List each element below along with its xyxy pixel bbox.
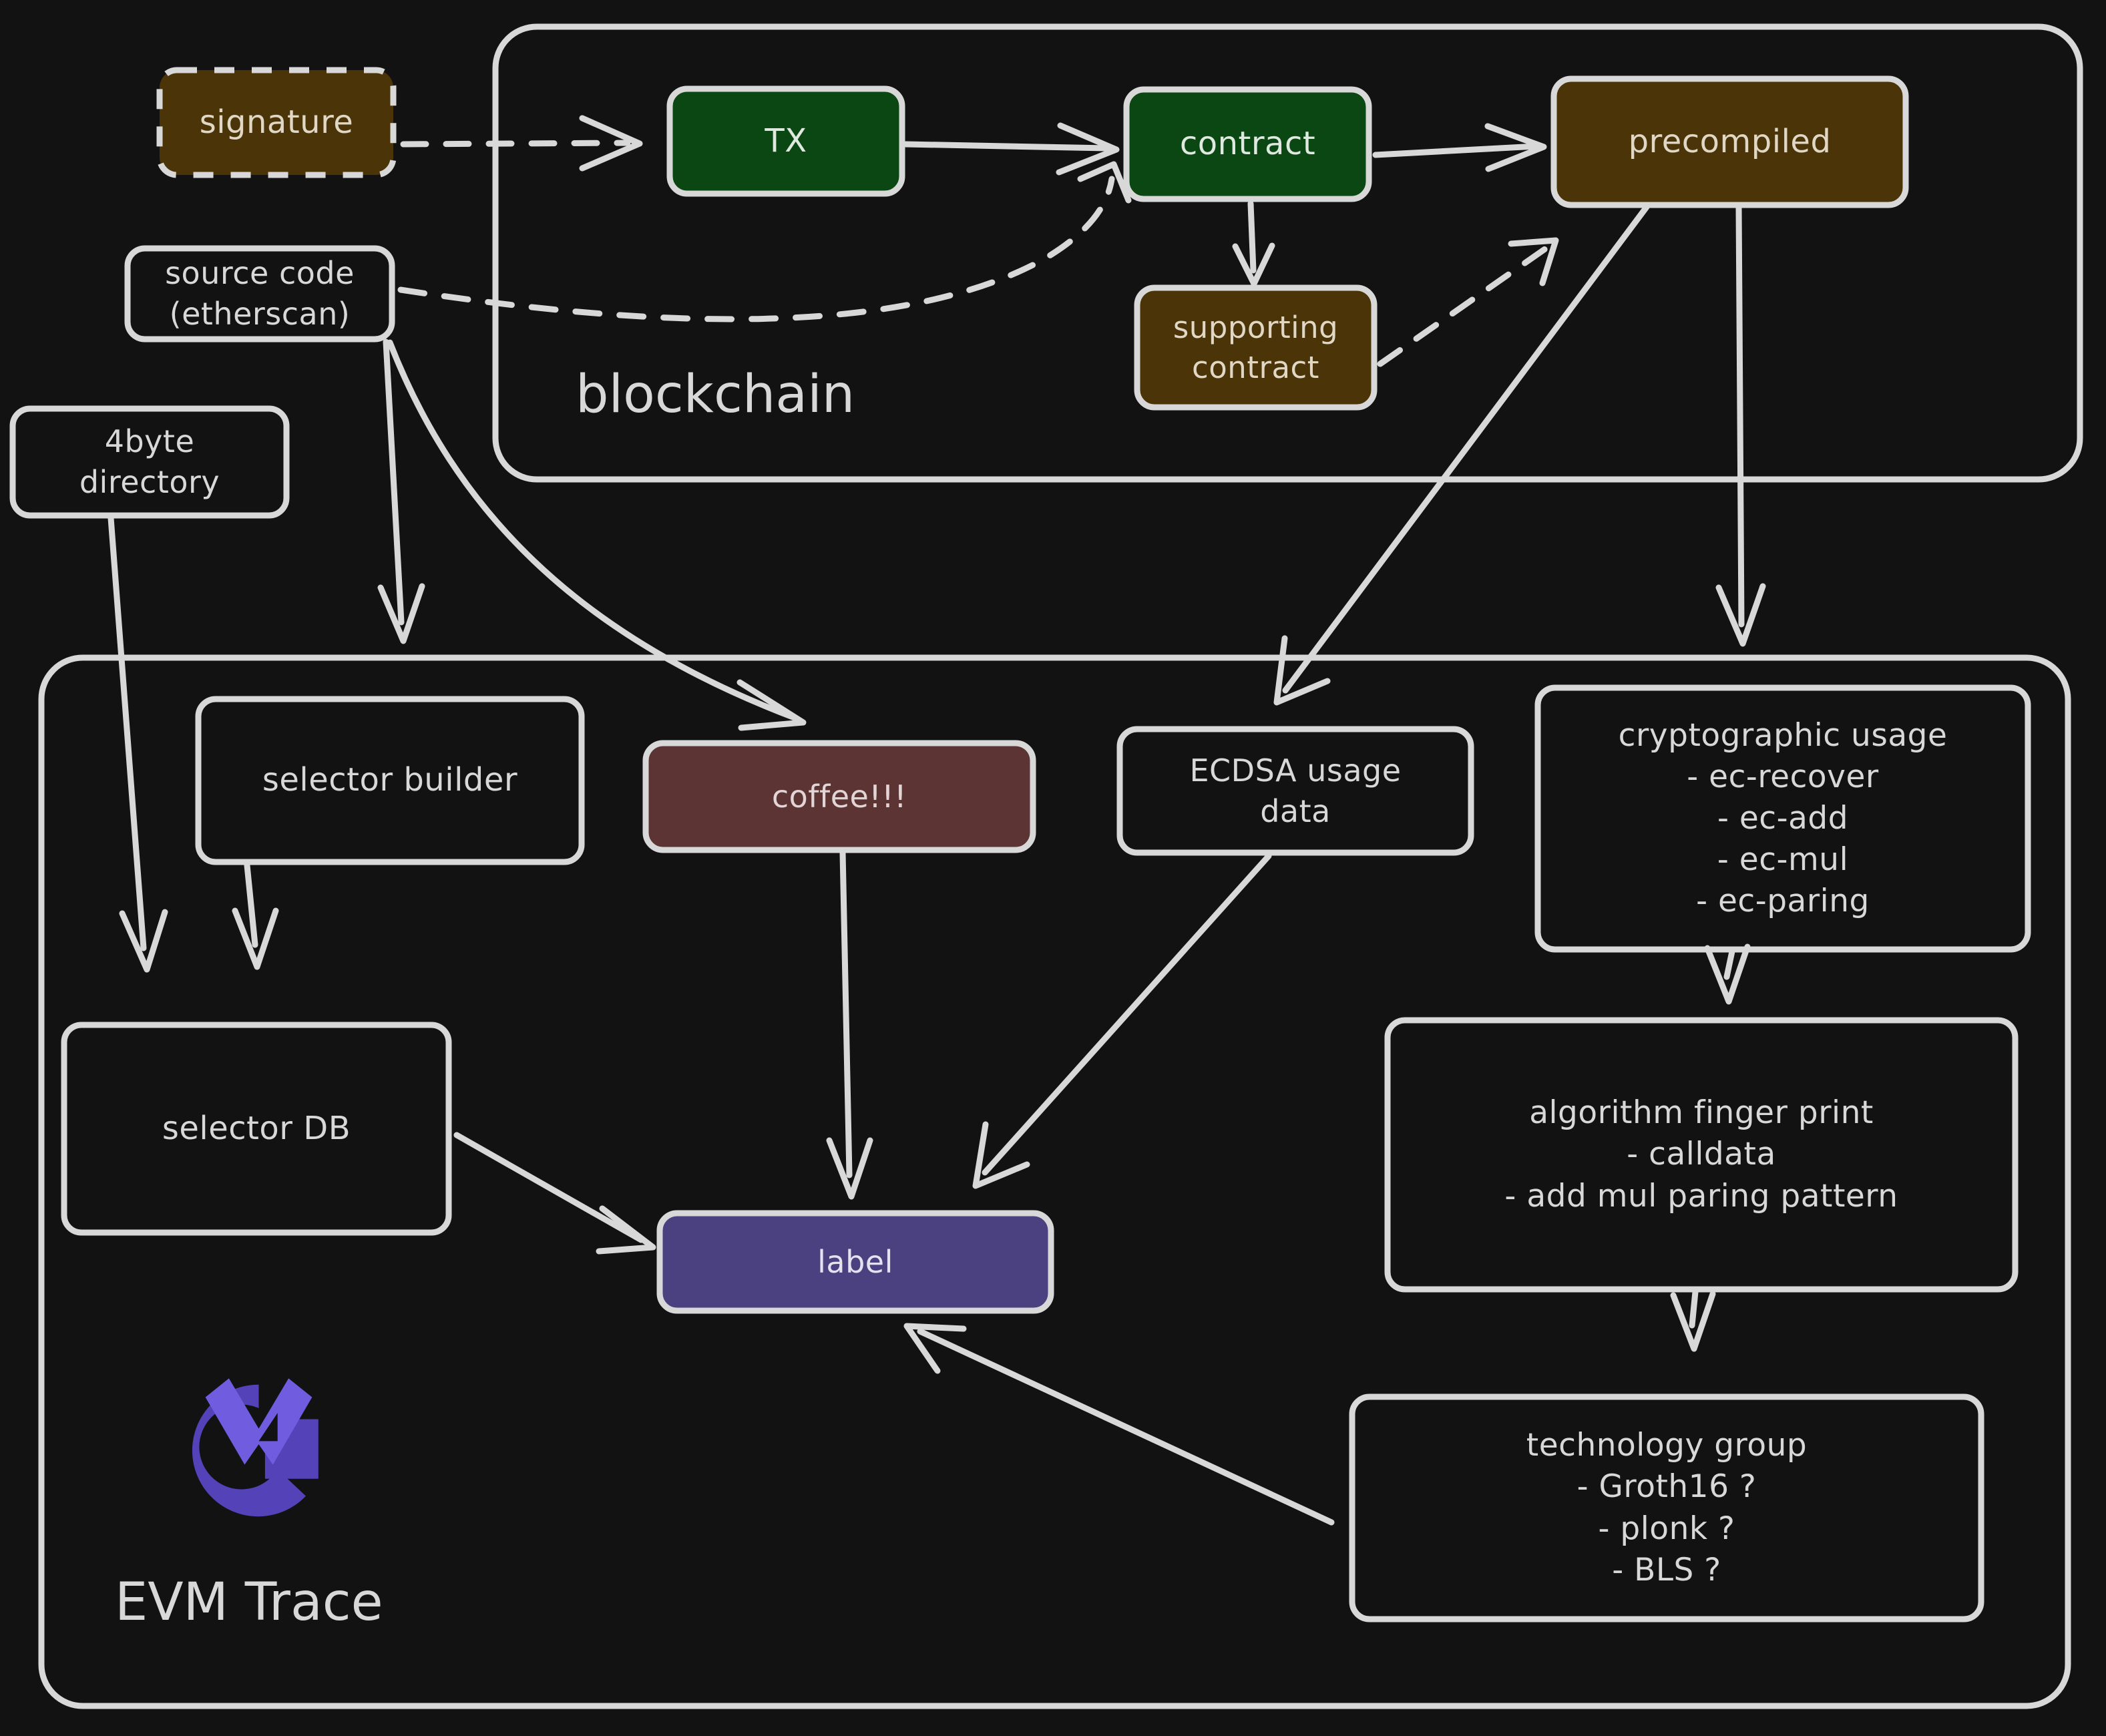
group-title-evm-trace: EVM Trace [115, 1572, 383, 1633]
group-title-blockchain: blockchain [576, 365, 855, 425]
evm-trace-logo [180, 1372, 337, 1529]
diagram-canvas: signature TX contract precompiled supporting… [0, 0, 2106, 1736]
node-rect-technology-group[interactable] [1349, 1393, 1984, 1622]
